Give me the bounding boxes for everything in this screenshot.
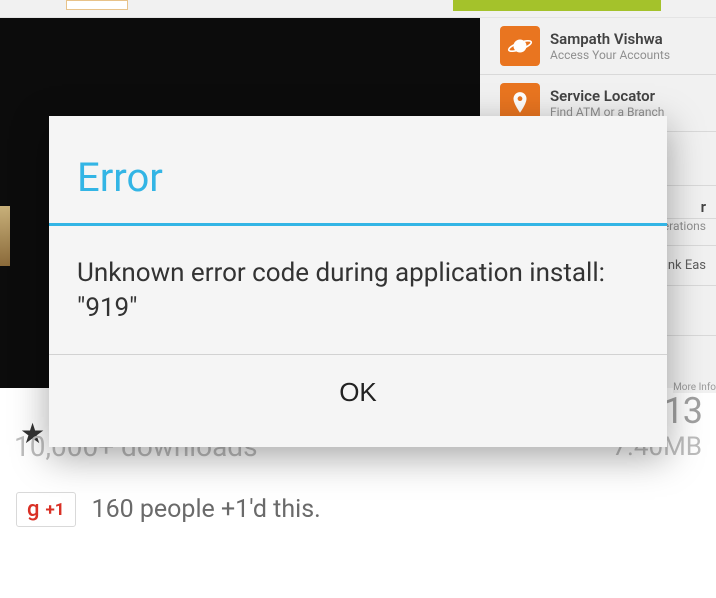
ok-button[interactable]: OK <box>299 371 417 414</box>
dialog-actions: OK <box>49 354 667 434</box>
error-dialog: Error Unknown error code during applicat… <box>49 116 667 447</box>
dialog-title: Error <box>49 116 667 223</box>
dialog-body: Unknown error code during application in… <box>49 226 667 354</box>
dialog-message: Unknown error code during application in… <box>77 256 639 326</box>
